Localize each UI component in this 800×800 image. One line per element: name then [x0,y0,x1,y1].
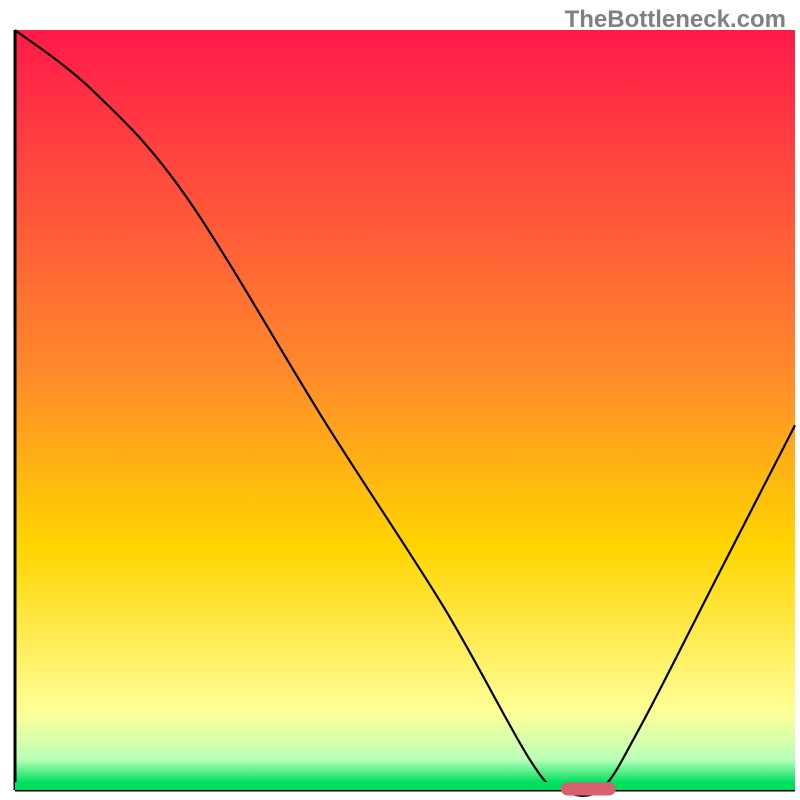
green-baseline [15,782,795,790]
bottleneck-chart [0,0,800,800]
sweet-spot-marker [561,783,616,796]
gradient-background [15,30,795,790]
